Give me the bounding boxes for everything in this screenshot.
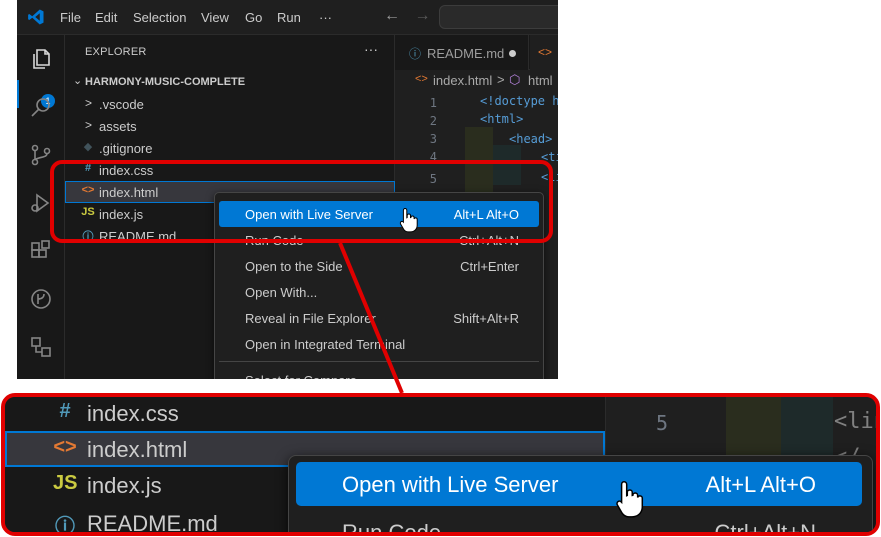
line-number: 5 xyxy=(656,411,669,435)
menu-item-shortcut: Alt+L Alt+O xyxy=(705,472,816,497)
menu-item-label: Open with Live Server xyxy=(342,472,559,497)
file-type-icon: ⓘ xyxy=(55,516,75,536)
menu-item-shortcut: Ctrl+Alt+N xyxy=(714,520,816,536)
code-line[interactable]: <lin xyxy=(834,409,876,434)
zoomed-menu-item-open-with-live-server[interactable]: Open with Live Server Alt+L Alt+O xyxy=(296,462,862,506)
zoomed-menu-item-run-code[interactable]: Run Code Ctrl+Alt+N xyxy=(296,510,862,536)
tree-item-label: index.html xyxy=(87,437,188,462)
tutorial-figure: File Edit Selection View Go Run ··· ← → … xyxy=(0,0,881,537)
zoomed-context-menu: Open with Live Server Alt+L Alt+O Run Code… xyxy=(288,455,873,536)
hand-pointer-icon xyxy=(616,480,644,518)
zoomed-tree-item-index-css[interactable]: # index.css xyxy=(5,397,605,431)
menu-item-label: Run Code xyxy=(342,520,442,536)
tree-item-label: README.md xyxy=(87,511,218,536)
file-type-icon: <> xyxy=(53,436,77,458)
zoomed-inset: # index.css <> index.html JS index.js ⓘ README.… xyxy=(1,393,880,536)
tree-item-label: index.js xyxy=(87,473,162,498)
tree-item-label: index.css xyxy=(87,401,179,426)
file-type-icon: # xyxy=(59,400,71,422)
file-type-icon: JS xyxy=(53,472,78,494)
